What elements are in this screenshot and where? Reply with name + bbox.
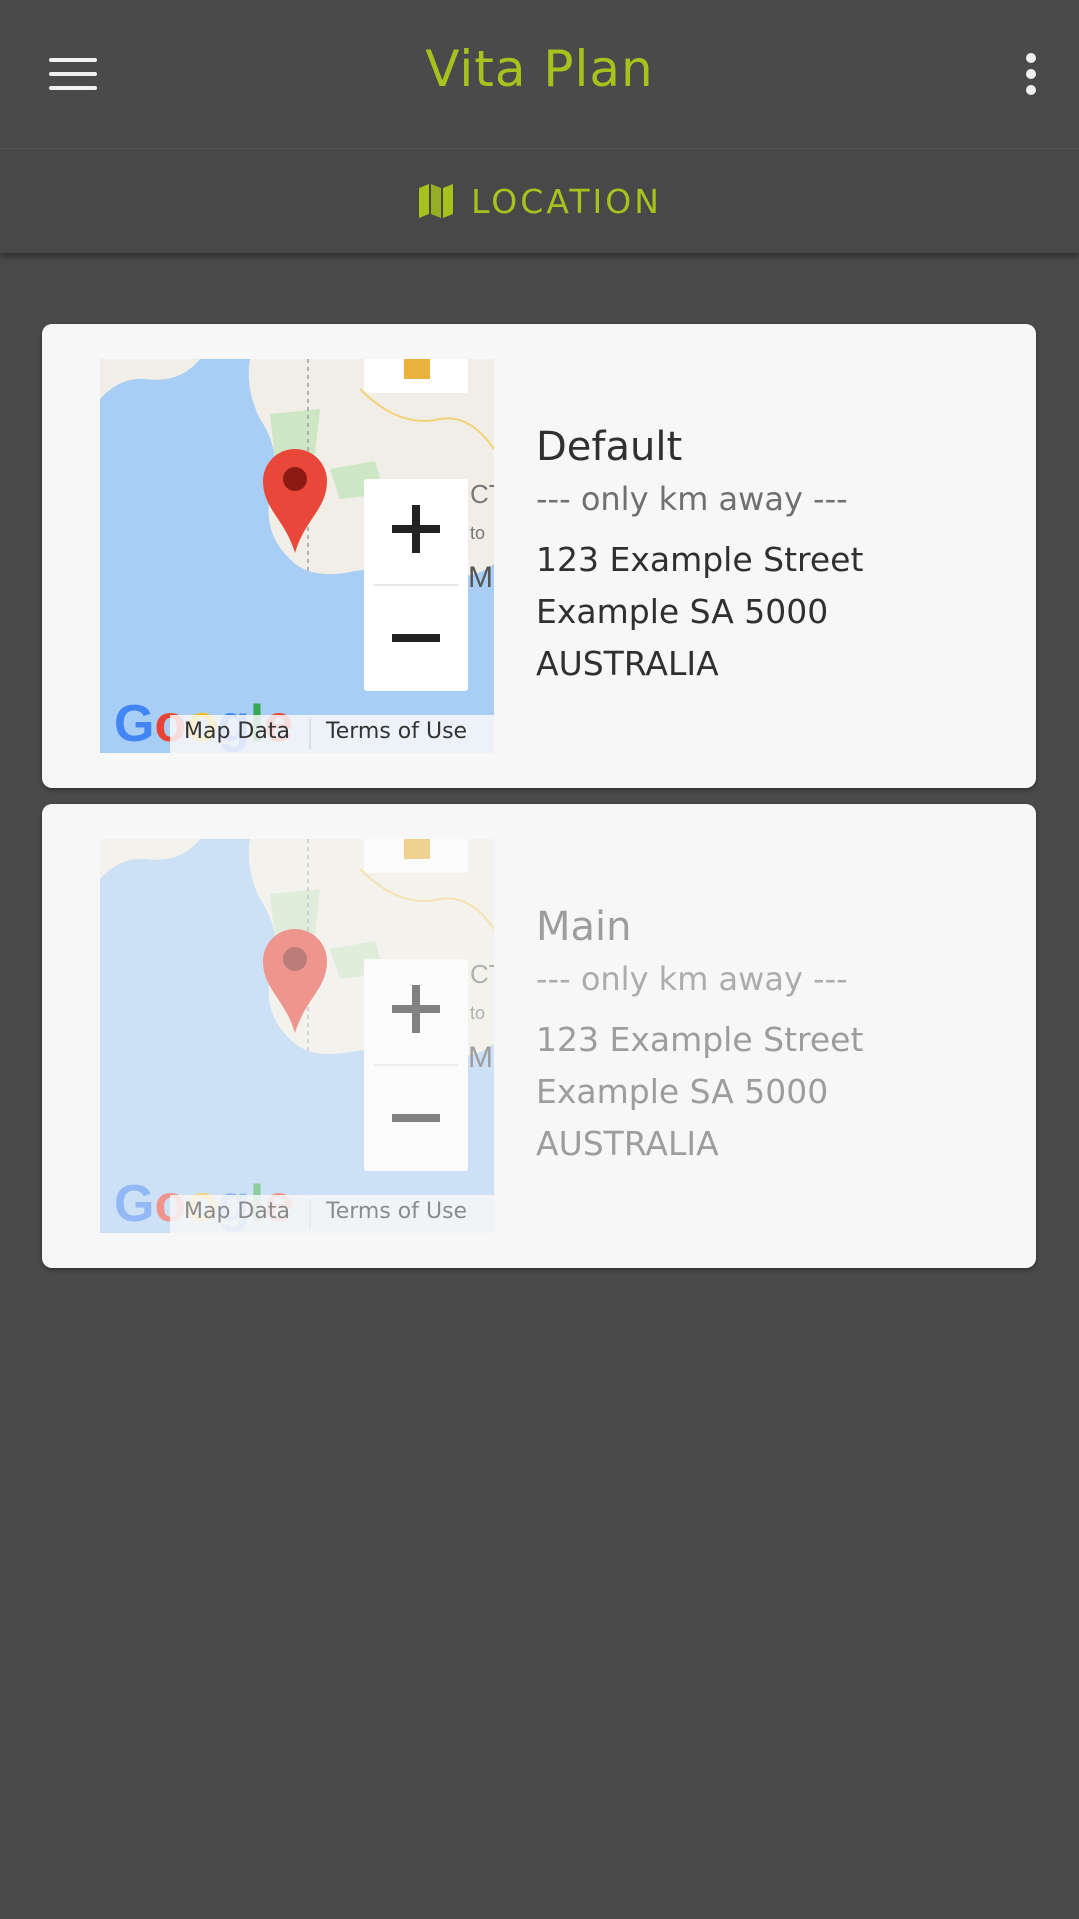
svg-text:to: to: [470, 1003, 485, 1023]
map-icon: [419, 184, 454, 218]
location-name: Main: [536, 904, 632, 950]
more-options-button[interactable]: [1005, 40, 1057, 108]
tab-label: LOCATION: [471, 181, 662, 221]
zoom-controls[interactable]: [364, 959, 468, 1171]
location-card-main[interactable]: CT to M Google Map Data Terms of U: [42, 804, 1036, 1268]
tab-bar: LOCATION: [0, 148, 1079, 253]
svg-text:CT: CT: [470, 479, 494, 509]
svg-text:M: M: [468, 561, 493, 594]
terms-of-use-link[interactable]: Terms of Use: [326, 719, 467, 744]
location-distance: --- only km away ---: [536, 960, 848, 998]
more-vertical-icon: [1026, 53, 1036, 63]
svg-text:to: to: [470, 523, 485, 543]
address-line-2: Example SA 5000: [536, 592, 829, 631]
location-info: Default --- only km away --- 123 Example…: [536, 424, 1016, 690]
map-preview[interactable]: CT to M Google Map Data Terms of U: [100, 839, 494, 1233]
svg-text:CT: CT: [470, 959, 494, 989]
app-title: Vita Plan: [425, 40, 654, 98]
map-data-link[interactable]: Map Data: [184, 1199, 290, 1224]
address-line-1: 123 Example Street: [536, 540, 864, 579]
location-name: Default: [536, 424, 683, 470]
map-preview[interactable]: CT to M Google Map Data Terms of U: [100, 359, 494, 753]
app-bar: Vita Plan: [0, 0, 1079, 148]
location-address: 123 Example Street Example SA 5000 AUSTR…: [536, 534, 1016, 690]
location-info: Main --- only km away --- 123 Example St…: [536, 904, 1016, 1170]
zoom-controls[interactable]: [364, 479, 468, 691]
address-line-1: 123 Example Street: [536, 1020, 864, 1059]
address-line-3: AUSTRALIA: [536, 1124, 719, 1163]
tab-location[interactable]: LOCATION: [0, 149, 1079, 253]
terms-of-use-link[interactable]: Terms of Use: [326, 1199, 467, 1224]
address-line-3: AUSTRALIA: [536, 644, 719, 683]
svg-text:M: M: [468, 1041, 493, 1074]
location-address: 123 Example Street Example SA 5000 AUSTR…: [536, 1014, 1016, 1170]
address-line-2: Example SA 5000: [536, 1072, 829, 1111]
location-distance: --- only km away ---: [536, 480, 848, 518]
map-data-link[interactable]: Map Data: [184, 719, 290, 744]
location-card-default[interactable]: CT to M Google Map Data Terms of U: [42, 324, 1036, 788]
